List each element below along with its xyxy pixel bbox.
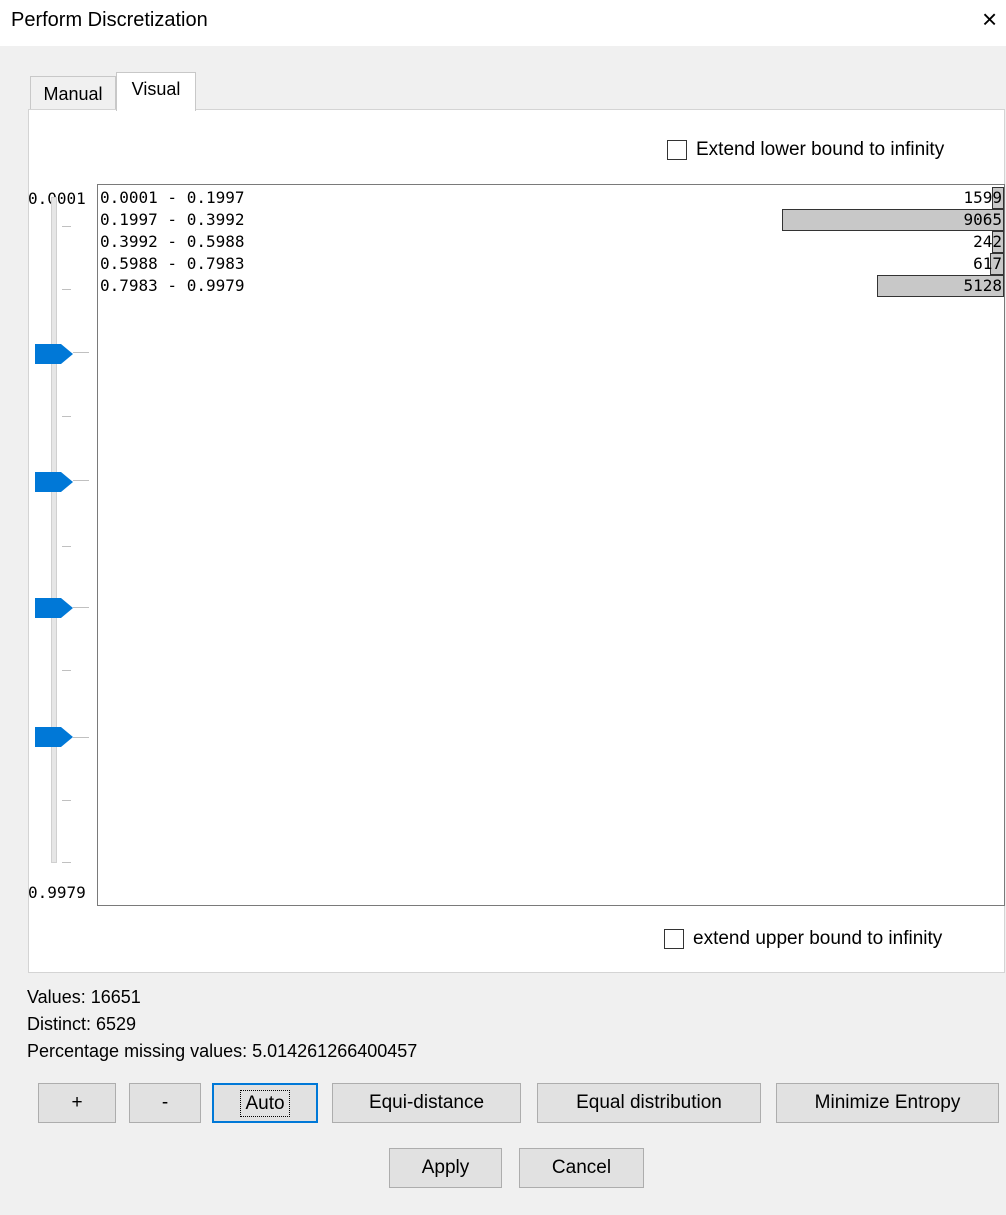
tab-manual[interactable]: Manual: [30, 76, 116, 110]
slider-max-label: 0.9979: [28, 883, 86, 902]
extend-upper-bound-label: extend upper bound to infinity: [693, 928, 943, 949]
slider-tick: [62, 226, 71, 227]
slider-thumb[interactable]: [35, 727, 73, 747]
equal-distribution-button[interactable]: Equal distribution: [537, 1083, 761, 1123]
bin-range: 0.1997 - 0.3992: [100, 210, 245, 229]
bin-range: 0.3992 - 0.5988: [100, 232, 245, 251]
slider-tick: [73, 480, 89, 481]
remove-bin-button[interactable]: -: [129, 1083, 201, 1123]
bin-row[interactable]: 0.3992 - 0.5988 242: [98, 231, 1004, 253]
slider-thumb[interactable]: [35, 598, 73, 618]
checkbox-box[interactable]: [667, 140, 687, 160]
extend-upper-bound-checkbox[interactable]: extend upper bound to infinity: [664, 928, 942, 950]
checkbox-box[interactable]: [664, 929, 684, 949]
slider-tick: [62, 670, 71, 671]
tab-visual[interactable]: Visual: [116, 72, 196, 111]
slider-tick: [62, 416, 71, 417]
bin-count: 617: [973, 254, 1002, 273]
window-title: Perform Discretization: [11, 9, 208, 31]
extend-lower-bound-label: Extend lower bound to infinity: [696, 139, 945, 160]
slider-tick: [73, 352, 89, 353]
bin-count: 1599: [963, 188, 1002, 207]
distinct-count: Distinct: 6529: [27, 1014, 137, 1034]
slider-tick: [62, 546, 71, 547]
bin-count: 242: [973, 232, 1002, 251]
title-bar: Perform Discretization ×: [0, 0, 1006, 46]
extend-lower-bound-checkbox[interactable]: Extend lower bound to infinity: [667, 139, 944, 161]
bin-range: 0.5988 - 0.7983: [100, 254, 245, 273]
slider-thumb[interactable]: [35, 344, 73, 364]
slider-tick: [73, 607, 89, 608]
bin-range: 0.0001 - 0.1997: [100, 188, 245, 207]
bin-row[interactable]: 0.5988 - 0.7983 617: [98, 253, 1004, 275]
cancel-button[interactable]: Cancel: [519, 1148, 644, 1188]
close-icon[interactable]: ×: [982, 6, 997, 32]
slider-tick: [62, 289, 71, 290]
minimize-entropy-button[interactable]: Minimize Entropy: [776, 1083, 999, 1123]
bin-count: 9065: [963, 210, 1002, 229]
auto-button[interactable]: Auto: [212, 1083, 318, 1123]
bin-count: 5128: [963, 276, 1002, 295]
missing-percentage: Percentage missing values: 5.01426126640…: [27, 1041, 418, 1061]
bin-row[interactable]: 0.1997 - 0.3992 9065: [98, 209, 1004, 231]
apply-button[interactable]: Apply: [389, 1148, 502, 1188]
add-bin-button[interactable]: +: [38, 1083, 116, 1123]
slider-tick: [73, 737, 89, 738]
slider-tick: [62, 862, 71, 863]
bin-row[interactable]: 0.0001 - 0.1997 1599: [98, 187, 1004, 209]
bin-row[interactable]: 0.7983 - 0.9979 5128: [98, 275, 1004, 297]
slider-thumb[interactable]: [35, 472, 73, 492]
bin-list[interactable]: 0.0001 - 0.1997 1599 0.1997 - 0.3992 906…: [97, 184, 1005, 906]
bin-range: 0.7983 - 0.9979: [100, 276, 245, 295]
slider-track[interactable]: [51, 197, 57, 863]
equi-distance-button[interactable]: Equi-distance: [332, 1083, 521, 1123]
values-count: Values: 16651: [27, 987, 141, 1007]
slider-tick: [62, 800, 71, 801]
auto-button-label: Auto: [240, 1090, 290, 1117]
